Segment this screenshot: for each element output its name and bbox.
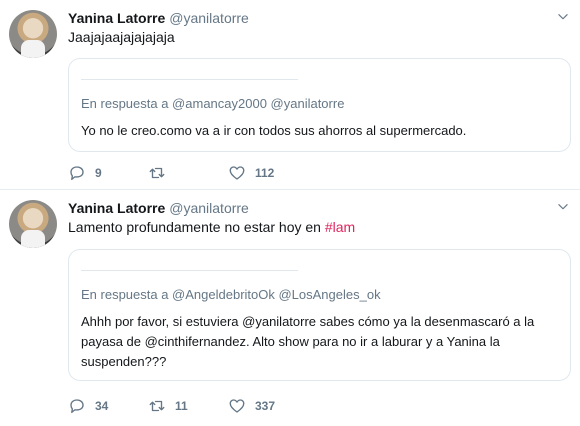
divider [81,79,298,80]
tweet-text: Jaajajaajajajajaja [68,29,175,45]
tweet-text: Lamento profundamente no estar hoy en #l… [68,218,355,236]
reply-count: 34 [95,399,109,413]
divider [81,270,298,271]
avatar[interactable] [9,10,57,58]
tweet[interactable]: Yanina Latorre @yanilatorre Jaajajaajajaj… [0,0,580,190]
quoted-tweet-text: Ahhh por favor, si estuviera @yanilatorr… [81,314,535,369]
like-count: 112 [255,166,275,180]
reply-button[interactable]: 9 [68,164,102,182]
quoted-tweet-text: Yo no le creo.como va a ir con todos sus… [81,123,467,138]
like-button[interactable]: 337 [228,397,275,415]
retweet-count: 11 [175,399,188,413]
retweet-button[interactable]: 11 [148,397,188,415]
heart-icon [229,399,245,413]
tweet-header: Yanina Latorre @yanilatorre [68,9,249,27]
like-button[interactable]: 112 [228,164,274,182]
tweet-text-body: Lamento profundamente no estar hoy en [68,219,325,235]
reply-button[interactable]: 34 [68,397,108,415]
tweet[interactable]: Yanina Latorre @yanilatorre Lamento profu… [0,190,580,426]
avatar[interactable] [9,200,57,248]
author-handle[interactable]: @yanilatorre [169,10,249,26]
author-handle[interactable]: @yanilatorre [169,200,249,216]
retweet-button[interactable] [148,164,175,182]
author-name[interactable]: Yanina Latorre [68,10,165,26]
reply-icon [70,399,84,414]
author-name[interactable]: Yanina Latorre [68,200,165,216]
retweet-icon [149,167,165,179]
quoted-tweet[interactable]: En respuesta a @AngeldebritoOk @LosAngel… [68,249,571,381]
reply-icon [70,166,84,181]
hashtag-link[interactable]: #lam [325,219,355,235]
reply-to-label: En respuesta a @AngeldebritoOk @LosAngel… [81,287,381,302]
quoted-tweet[interactable]: En respuesta a @amancay2000 @yanilatorre… [68,58,571,152]
heart-icon [229,166,245,180]
reply-count: 9 [95,166,102,180]
reply-to-label: En respuesta a @amancay2000 @yanilatorre [81,96,345,111]
chevron-down-icon[interactable] [556,200,570,214]
like-count: 337 [255,399,276,413]
tweet-header: Yanina Latorre @yanilatorre [68,199,249,217]
retweet-icon [149,400,165,412]
chevron-down-icon[interactable] [556,10,570,24]
